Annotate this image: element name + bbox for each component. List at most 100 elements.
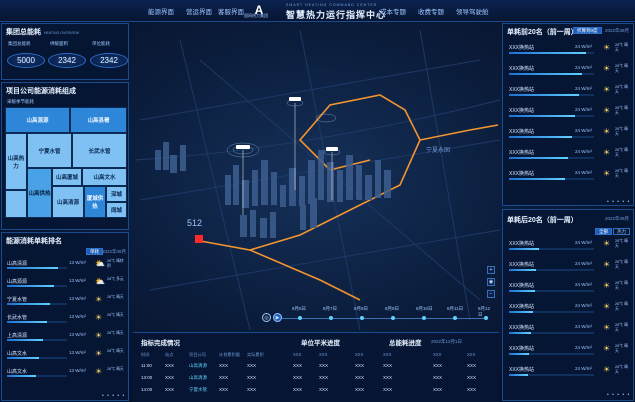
treemap-cell[interactable]: 山高厦城	[52, 168, 82, 186]
nav-service[interactable]: 客服界面	[218, 6, 244, 16]
list-item[interactable]: 山高文水 13 W/m² ☀ 26℃ 晴天	[7, 349, 125, 361]
progress-track	[7, 267, 67, 269]
play-button[interactable]: ▶	[273, 313, 282, 322]
list-item[interactable]: XXX换热站 24 W/m² ☀ 26℃ 晴天	[509, 323, 631, 335]
weather-label: 26℃ 多云	[107, 277, 124, 281]
composition-title: 项目公司能源消耗组成	[6, 88, 76, 95]
treemap-cell[interactable]: 长武水管	[72, 133, 127, 168]
treemap-cell[interactable]: 山高源源	[5, 107, 70, 133]
list-item[interactable]: XXX换热站 24 W/m² ☀ 26℃ 晴天	[509, 148, 631, 160]
list-item[interactable]: XXX换热站 24 W/m² ☀ 26℃ 晴天	[509, 127, 631, 139]
table-cell: XXX	[383, 375, 393, 380]
settings-icon[interactable]: ◎	[262, 313, 271, 322]
table-header: XXX	[355, 352, 364, 357]
weather-label: 26℃ 晴天	[615, 260, 628, 269]
treemap-cell[interactable]: 阔城	[106, 202, 127, 218]
consumption-rank-panel: 能源消耗单耗排名 单耗 2022年08月 山高清源 13 W/m² ⛅ 26℃ 晴转阴…	[1, 232, 129, 401]
list-item[interactable]: 山高源源 13 W/m² ⛅ 26℃ 多云	[7, 277, 125, 289]
treemap-cell[interactable]: 厦城供热	[84, 186, 106, 218]
row-value: 13 W/m²	[69, 332, 87, 337]
timeline-date[interactable]: 8月12日	[478, 306, 492, 318]
timeline-date[interactable]: 8月11日	[447, 306, 463, 312]
zoom-out-button[interactable]: −	[487, 290, 495, 298]
treemap-cell[interactable]: 深城	[106, 186, 127, 202]
weather-label: 26℃ 晴天	[615, 43, 628, 52]
list-item[interactable]: XXX换热站 24 W/m² ☀ 26℃ 晴天	[509, 365, 631, 377]
list-item[interactable]: XXX换热站 24 W/m² ☀ 26℃ 晴天	[509, 281, 631, 293]
nav-energy[interactable]: 能源界面	[148, 6, 174, 16]
weather-label: 26℃ 晴天	[615, 106, 628, 115]
row-label: 宁夏水管	[7, 297, 28, 303]
timeline-date[interactable]: 8月10日	[416, 306, 433, 312]
date-timeline[interactable]: ◎ ▶ 8月6日 8月7日 8月8日 8月9日 8月10日 8月11日 8月12日	[262, 306, 492, 322]
pager-dots[interactable]: • • • • •	[607, 392, 630, 398]
nav-cost[interactable]: 成本专题	[380, 6, 406, 16]
nav-leader[interactable]: 领导驾驶舱	[456, 6, 489, 16]
list-item[interactable]: 长武水管 13 W/m² ☀ 26℃ 晴天	[7, 313, 125, 325]
bottom20-panel: 单耗后20名（前一周） 2022年08月 全部 热力 XXX换热站 24 W/m²…	[502, 209, 634, 401]
tab-unit-consumption[interactable]: 单耗	[86, 248, 103, 255]
pager-dots[interactable]: • • • • •	[607, 199, 630, 205]
list-item[interactable]: 山高文水 13 W/m² ☀ 26℃ 晴天	[7, 367, 125, 379]
timeline-date[interactable]: 8月7日	[323, 306, 337, 312]
sun-icon: ☀	[603, 323, 611, 332]
progress-fill	[7, 285, 54, 287]
row-label: XXX换热站	[509, 346, 535, 352]
list-item[interactable]: XXX换热站 24 W/m² ☀ 26℃ 晴天	[509, 260, 631, 272]
timeline-tick[interactable]	[391, 316, 395, 320]
tab-all[interactable]: 全部	[595, 228, 612, 235]
table-cell: XXX	[319, 387, 329, 392]
list-item[interactable]: XXX换热站 24 W/m² ☀ 26℃ 晴天	[509, 239, 631, 251]
list-item[interactable]: XXX换热站 24 W/m² ☀ 26℃ 晴天	[509, 106, 631, 118]
treemap-cell[interactable]: 山高县署	[70, 107, 127, 133]
table-cell: XXX	[383, 387, 393, 392]
pager-dots[interactable]: • • • • •	[102, 393, 125, 399]
progress-fill	[7, 357, 39, 359]
list-item[interactable]: XXX换热站 24 W/m² ☀ 26℃ 晴天	[509, 43, 631, 55]
progress-track	[7, 339, 67, 341]
nav-operation[interactable]: 营运界面	[186, 6, 212, 16]
timeline-date[interactable]: 8月9日	[385, 306, 399, 312]
list-item[interactable]: 山高清源 13 W/m² ⛅ 26℃ 晴转阴	[7, 259, 125, 271]
progress-track	[509, 73, 594, 75]
timeline-date[interactable]: 8月8日	[354, 306, 368, 312]
table-cell: XXX	[467, 363, 477, 368]
rank-date: 2022年08月	[102, 249, 127, 254]
table-cell: XXX	[293, 375, 303, 380]
composition-subtitle: 采暖季节能耗	[7, 99, 34, 104]
sun-icon: ☀	[603, 85, 611, 94]
list-item[interactable]: XXX换热站 24 W/m² ☀ 26℃ 晴天	[509, 64, 631, 76]
treemap-cell[interactable]: 山高热力	[5, 133, 27, 190]
treemap-cell[interactable]: 山高清源	[52, 186, 84, 218]
nav-charge[interactable]: 收费专题	[418, 6, 444, 16]
sun-icon: ☀	[603, 43, 611, 52]
list-item[interactable]: XXX换热站 24 W/m² ☀ 26℃ 晴天	[509, 302, 631, 314]
timeline-tick[interactable]	[422, 316, 426, 320]
normalize-tag[interactable]: 折算到0度	[573, 27, 602, 34]
timeline-tick[interactable]	[360, 316, 364, 320]
timeline-tick[interactable]	[329, 316, 333, 320]
row-value: 24 W/m²	[575, 345, 593, 350]
list-item[interactable]: 宁夏水管 13 W/m² ☀ 26℃ 晴天	[7, 295, 125, 307]
zoom-in-button[interactable]: +	[487, 266, 495, 274]
timeline-tick[interactable]	[453, 316, 457, 320]
page-title-en: SMART HEATING COMMAND CENTER	[286, 3, 378, 7]
row-value: 24 W/m²	[575, 282, 593, 287]
progress-track	[509, 178, 594, 180]
treemap-cell[interactable]: 山高供热	[27, 168, 52, 218]
list-item[interactable]: XXX换热站 24 W/m² ☀ 26℃ 晴天	[509, 344, 631, 356]
treemap-cell[interactable]: 山高文水	[82, 168, 127, 186]
treemap-cell[interactable]: 宁夏水管	[27, 133, 72, 168]
list-item[interactable]: XXX换热站 24 W/m² ☀ 26℃ 晴天	[509, 169, 631, 181]
sun-icon: ☀	[603, 127, 611, 136]
list-item[interactable]: XXX换热站 24 W/m² ☀ 26℃ 晴天	[509, 85, 631, 97]
sun-icon: ☀	[603, 106, 611, 115]
brand-name: 国网热力集团	[244, 13, 268, 18]
treemap-cell[interactable]	[5, 190, 27, 218]
tab-heat[interactable]: 热力	[613, 228, 630, 235]
timeline-tick[interactable]	[298, 316, 302, 320]
list-item[interactable]: 上高清源 13 W/m² ☀ 26℃ 晴天	[7, 331, 125, 343]
locate-icon[interactable]: ◉	[487, 278, 495, 286]
alert-marker[interactable]	[195, 235, 203, 243]
timeline-date[interactable]: 8月6日	[292, 306, 306, 312]
